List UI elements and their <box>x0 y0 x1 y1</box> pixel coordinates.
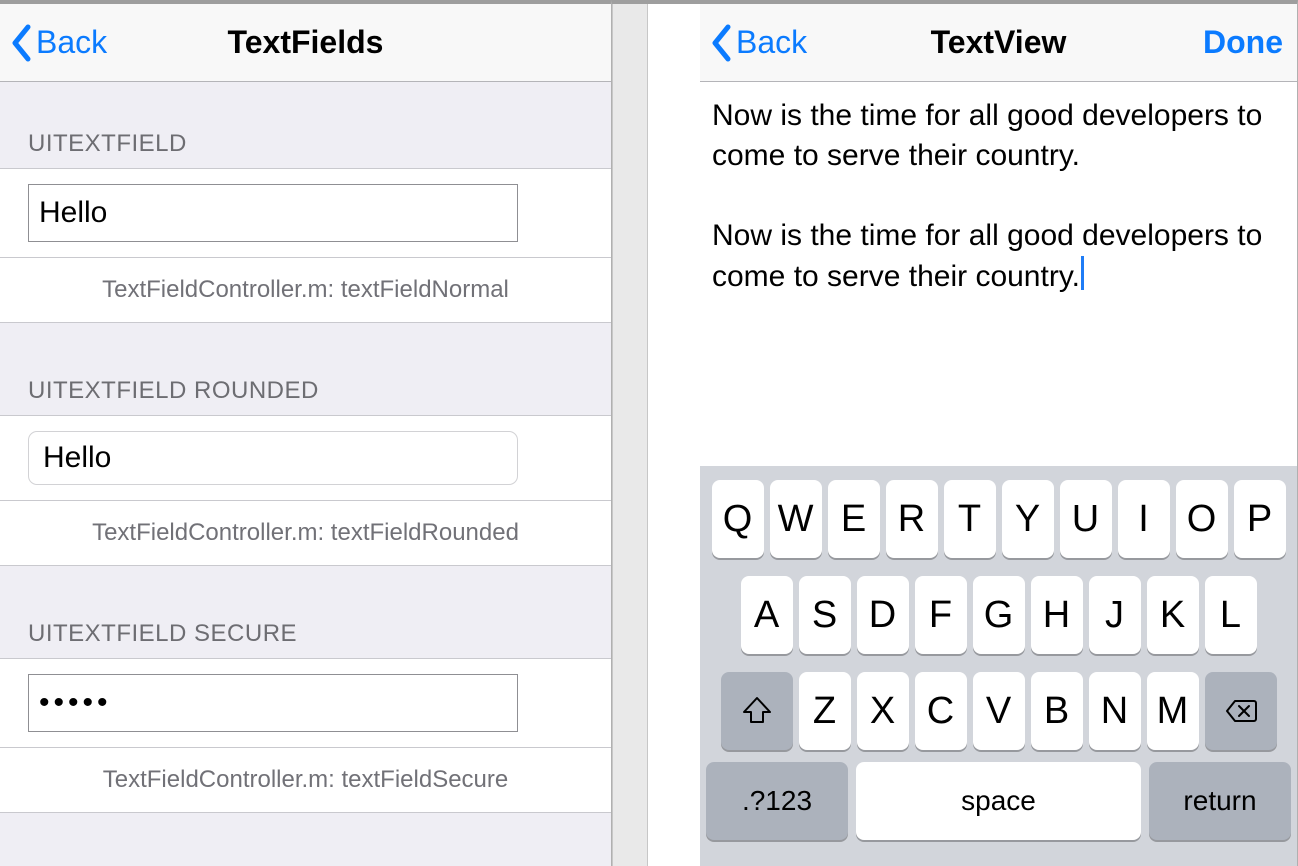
footer-normal: TextFieldController.m: textFieldNormal <box>0 258 611 323</box>
shift-icon <box>740 694 774 728</box>
key-t[interactable]: T <box>944 480 996 558</box>
cell-textfield-secure <box>0 658 611 748</box>
divider-strip <box>612 0 700 866</box>
done-button[interactable]: Done <box>1203 24 1283 61</box>
footer-secure: TextFieldController.m: textFieldSecure <box>0 748 611 813</box>
section-header-normal: UITEXTFIELD <box>0 82 611 168</box>
key-n[interactable]: N <box>1089 672 1141 750</box>
cell-textfield-normal <box>0 168 611 258</box>
key-o[interactable]: O <box>1176 480 1228 558</box>
keyboard-row-3: ZXCVBNM <box>706 672 1291 750</box>
key-b[interactable]: B <box>1031 672 1083 750</box>
key-k[interactable]: K <box>1147 576 1199 654</box>
key-v[interactable]: V <box>973 672 1025 750</box>
key-i[interactable]: I <box>1118 480 1170 558</box>
shift-key[interactable] <box>721 672 793 750</box>
key-s[interactable]: S <box>799 576 851 654</box>
navbar-right: Back TextView Done <box>700 4 1297 82</box>
textview-content: Now is the time for all good developers … <box>712 99 1271 293</box>
navbar-left: Back TextFields <box>0 4 611 82</box>
back-button[interactable]: Back <box>710 24 807 62</box>
key-z[interactable]: Z <box>799 672 851 750</box>
textfield-rounded[interactable] <box>28 431 518 485</box>
chevron-left-icon <box>10 24 32 62</box>
key-j[interactable]: J <box>1089 576 1141 654</box>
key-h[interactable]: H <box>1031 576 1083 654</box>
textfield-secure[interactable] <box>28 674 518 732</box>
key-d[interactable]: D <box>857 576 909 654</box>
key-m[interactable]: M <box>1147 672 1199 750</box>
textview-screen: Back TextView Done Now is the time for a… <box>700 0 1298 866</box>
textfields-screen: Back TextFields UITEXTFIELD TextFieldCon… <box>0 0 612 866</box>
key-y[interactable]: Y <box>1002 480 1054 558</box>
keyboard-row-4: .?123 space return <box>706 762 1291 840</box>
backspace-key[interactable] <box>1205 672 1277 750</box>
key-g[interactable]: G <box>973 576 1025 654</box>
textview[interactable]: Now is the time for all good developers … <box>700 82 1297 470</box>
back-button[interactable]: Back <box>10 24 107 62</box>
return-key[interactable]: return <box>1149 762 1291 840</box>
back-label: Back <box>736 24 807 61</box>
symbols-key[interactable]: .?123 <box>706 762 848 840</box>
footer-rounded: TextFieldController.m: textFieldRounded <box>0 501 611 566</box>
table-view[interactable]: UITEXTFIELD TextFieldController.m: textF… <box>0 82 611 813</box>
keyboard-row-2: ASDFGHJKL <box>706 576 1291 654</box>
back-label: Back <box>36 24 107 61</box>
cell-textfield-rounded <box>0 415 611 501</box>
backspace-icon <box>1224 694 1258 728</box>
section-header-rounded: UITEXTFIELD ROUNDED <box>0 323 611 415</box>
text-caret <box>1081 256 1084 290</box>
key-w[interactable]: W <box>770 480 822 558</box>
key-c[interactable]: C <box>915 672 967 750</box>
key-e[interactable]: E <box>828 480 880 558</box>
key-p[interactable]: P <box>1234 480 1286 558</box>
textfield-normal[interactable] <box>28 184 518 242</box>
section-header-secure: UITEXTFIELD SECURE <box>0 566 611 658</box>
chevron-left-icon <box>710 24 732 62</box>
space-key[interactable]: space <box>856 762 1141 840</box>
key-q[interactable]: Q <box>712 480 764 558</box>
key-u[interactable]: U <box>1060 480 1112 558</box>
key-l[interactable]: L <box>1205 576 1257 654</box>
key-r[interactable]: R <box>886 480 938 558</box>
key-a[interactable]: A <box>741 576 793 654</box>
key-x[interactable]: X <box>857 672 909 750</box>
key-f[interactable]: F <box>915 576 967 654</box>
keyboard-row-1: QWERTYUIOP <box>706 480 1291 558</box>
keyboard: QWERTYUIOP ASDFGHJKL ZXCVBNM .?123 space… <box>700 466 1297 866</box>
